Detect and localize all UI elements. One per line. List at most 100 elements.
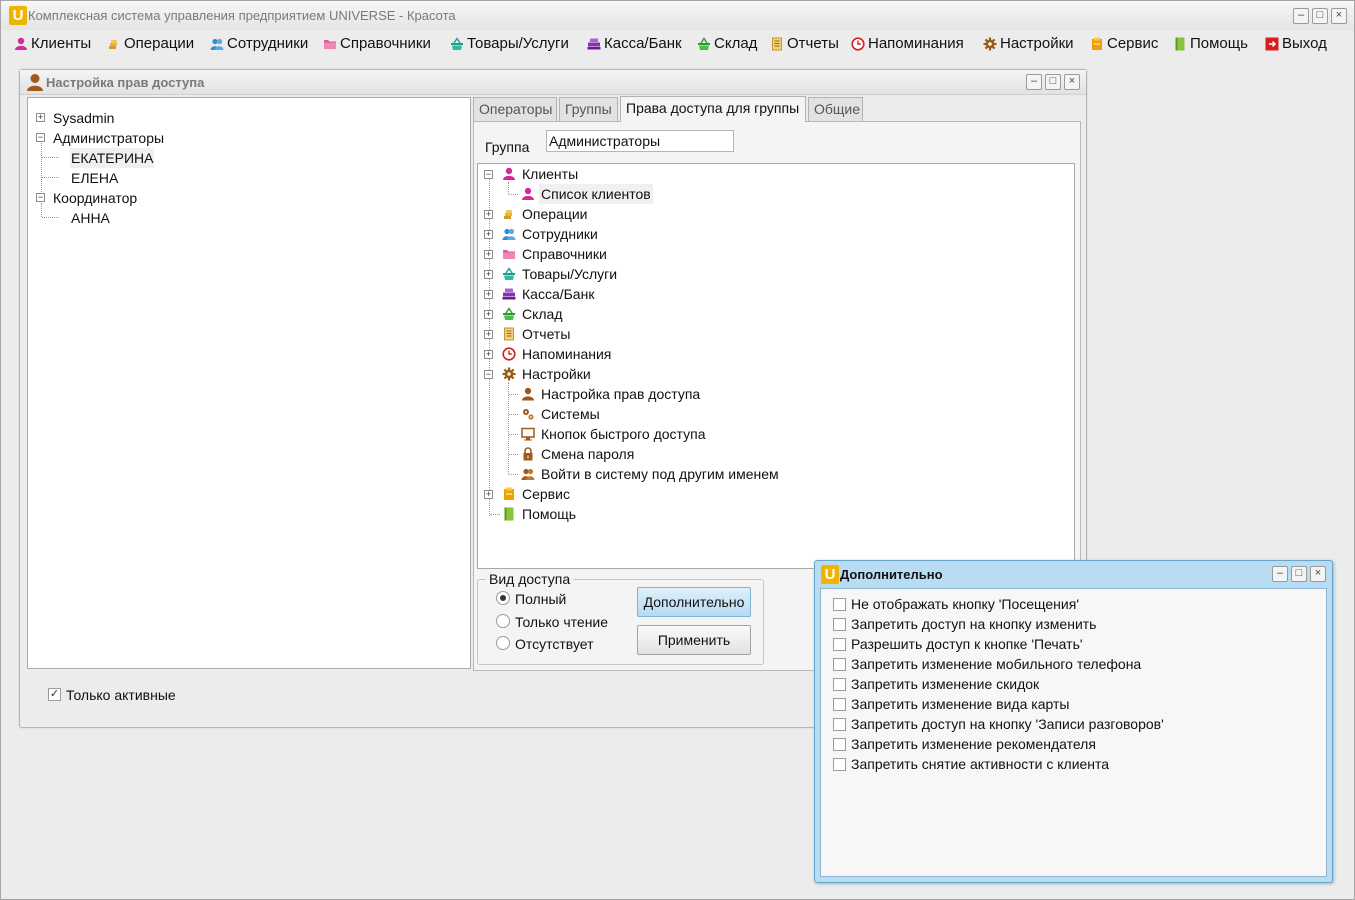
option-label[interactable]: Запретить изменение вида карты: [851, 696, 1069, 712]
option-label[interactable]: Разрешить доступ к кнопке 'Печать': [851, 636, 1083, 652]
option-checkbox[interactable]: [833, 658, 846, 671]
menu-item-4[interactable]: Товары/Услуги: [450, 33, 569, 55]
rights-tree-section[interactable]: Отчеты: [520, 324, 572, 344]
tree-collapse-toggle[interactable]: −: [484, 370, 493, 379]
tree-collapse-toggle[interactable]: −: [36, 133, 45, 142]
rights-tree-section[interactable]: Помощь: [520, 504, 578, 524]
rights-tree[interactable]: − Клиенты Список клиентов + Операции + Сотрудн…: [477, 163, 1075, 569]
rights-maximize-button[interactable]: □: [1045, 74, 1061, 90]
tab-0[interactable]: Операторы: [473, 97, 557, 121]
rights-tree-section[interactable]: Сотрудники: [520, 224, 600, 244]
extra-dialog-title-bar[interactable]: U Дополнительно – □ ×: [815, 561, 1332, 587]
option-label[interactable]: Запретить снятие активности с клиента: [851, 756, 1109, 772]
rights-tree-section[interactable]: Клиенты: [520, 164, 580, 184]
menu-item-3[interactable]: Справочники: [323, 33, 431, 55]
minimize-button[interactable]: –: [1293, 8, 1309, 24]
option-checkbox[interactable]: [833, 758, 846, 771]
option-label[interactable]: Запретить доступ на кнопку 'Записи разго…: [851, 716, 1164, 732]
maximize-button[interactable]: □: [1312, 8, 1328, 24]
option-label[interactable]: Запретить изменение рекомендателя: [851, 736, 1096, 752]
tree-expand-toggle[interactable]: +: [484, 490, 493, 499]
apply-button[interactable]: Применить: [637, 625, 751, 655]
rights-tree-item[interactable]: Кнопок быстрого доступа: [539, 424, 708, 444]
tree-collapse-toggle[interactable]: −: [484, 170, 493, 179]
menu-item-2[interactable]: Сотрудники: [210, 33, 308, 55]
menu-item-5[interactable]: Касса/Банк: [587, 33, 682, 55]
menu-item-7[interactable]: Отчеты: [770, 33, 839, 55]
option-checkbox[interactable]: [833, 638, 846, 651]
rights-close-button[interactable]: ×: [1064, 74, 1080, 90]
users-tree[interactable]: + Sysadmin − Администраторы ЕКАТЕРИНА ЕЛЕНА − К…: [27, 97, 471, 669]
radio-full[interactable]: [496, 591, 510, 605]
tab-2[interactable]: Права доступа для группы: [620, 96, 806, 122]
tree-expand-toggle[interactable]: +: [484, 350, 493, 359]
option-checkbox[interactable]: [833, 618, 846, 631]
menu-item-label: Отчеты: [787, 35, 839, 52]
rights-tree-section[interactable]: Сервис: [520, 484, 572, 504]
tree-node-user[interactable]: АННА: [70, 208, 111, 228]
group-field[interactable]: Администраторы: [546, 130, 734, 152]
tree-node-group[interactable]: Sysadmin: [52, 108, 115, 128]
tree-node-group[interactable]: Администраторы: [52, 128, 165, 148]
tab-1[interactable]: Группы: [559, 97, 618, 121]
menu-item-9[interactable]: Настройки: [983, 33, 1074, 55]
menu-item-6[interactable]: Склад: [697, 33, 757, 55]
extra-button[interactable]: Дополнительно: [637, 587, 751, 617]
option-label[interactable]: Запретить изменение скидок: [851, 676, 1039, 692]
title-bar[interactable]: U Комплексная система управления предпри…: [1, 1, 1354, 30]
radio-full-label[interactable]: Полный: [515, 591, 566, 607]
only-active-label[interactable]: Только активные: [66, 687, 176, 703]
option-checkbox[interactable]: [833, 678, 846, 691]
menu-item-1[interactable]: Операции: [107, 33, 194, 55]
user-icon: [27, 74, 43, 91]
option-checkbox[interactable]: [833, 598, 846, 611]
extra-minimize-button[interactable]: –: [1272, 566, 1288, 582]
tree-expand-toggle[interactable]: +: [484, 270, 493, 279]
rights-tree-section[interactable]: Операции: [520, 204, 590, 224]
rights-tree-item[interactable]: Настройка прав доступа: [539, 384, 702, 404]
tab-3[interactable]: Общие: [808, 97, 863, 121]
tree-expand-toggle[interactable]: +: [484, 250, 493, 259]
tree-expand-toggle[interactable]: +: [36, 113, 45, 122]
menu-item-12[interactable]: Выход: [1265, 33, 1327, 55]
option-label[interactable]: Не отображать кнопку 'Посещения': [851, 596, 1079, 612]
access-rights-title-bar[interactable]: Настройка прав доступа – □ ×: [20, 70, 1086, 95]
tree-expand-toggle[interactable]: +: [484, 330, 493, 339]
rights-tree-section[interactable]: Товары/Услуги: [520, 264, 619, 284]
option-label[interactable]: Запретить изменение мобильного телефона: [851, 656, 1141, 672]
extra-maximize-button[interactable]: □: [1291, 566, 1307, 582]
option-checkbox[interactable]: [833, 738, 846, 751]
menu-item-11[interactable]: Помощь: [1173, 33, 1248, 55]
rights-tree-section[interactable]: Настройки: [520, 364, 593, 384]
rights-minimize-button[interactable]: –: [1026, 74, 1042, 90]
rights-tree-section[interactable]: Касса/Банк: [520, 284, 596, 304]
menu-item-8[interactable]: Напоминания: [851, 33, 964, 55]
option-label[interactable]: Запретить доступ на кнопку изменить: [851, 616, 1096, 632]
rights-tree-item[interactable]: Войти в систему под другим именем: [539, 464, 781, 484]
rights-tree-item[interactable]: Смена пароля: [539, 444, 636, 464]
only-active-checkbox[interactable]: ✓: [48, 688, 61, 701]
extra-close-button[interactable]: ×: [1310, 566, 1326, 582]
rights-tree-item[interactable]: Системы: [539, 404, 602, 424]
option-checkbox[interactable]: [833, 698, 846, 711]
radio-read-only[interactable]: [496, 614, 510, 628]
radio-none[interactable]: [496, 636, 510, 650]
tree-expand-toggle[interactable]: +: [484, 310, 493, 319]
tree-node-group[interactable]: Координатор: [52, 188, 138, 208]
close-button[interactable]: ×: [1331, 8, 1347, 24]
menu-item-0[interactable]: Клиенты: [14, 33, 91, 55]
tree-node-user[interactable]: ЕЛЕНА: [70, 168, 119, 188]
option-checkbox[interactable]: [833, 718, 846, 731]
rights-tree-item[interactable]: Список клиентов: [539, 184, 653, 204]
rights-tree-section[interactable]: Справочники: [520, 244, 609, 264]
rights-tree-section[interactable]: Склад: [520, 304, 565, 324]
tree-collapse-toggle[interactable]: −: [36, 193, 45, 202]
tree-node-user[interactable]: ЕКАТЕРИНА: [70, 148, 155, 168]
tree-expand-toggle[interactable]: +: [484, 290, 493, 299]
radio-read-only-label[interactable]: Только чтение: [515, 614, 608, 630]
radio-none-label[interactable]: Отсутствует: [515, 636, 594, 652]
tree-expand-toggle[interactable]: +: [484, 210, 493, 219]
menu-item-10[interactable]: Сервис: [1090, 33, 1158, 55]
tree-expand-toggle[interactable]: +: [484, 230, 493, 239]
rights-tree-section[interactable]: Напоминания: [520, 344, 613, 364]
